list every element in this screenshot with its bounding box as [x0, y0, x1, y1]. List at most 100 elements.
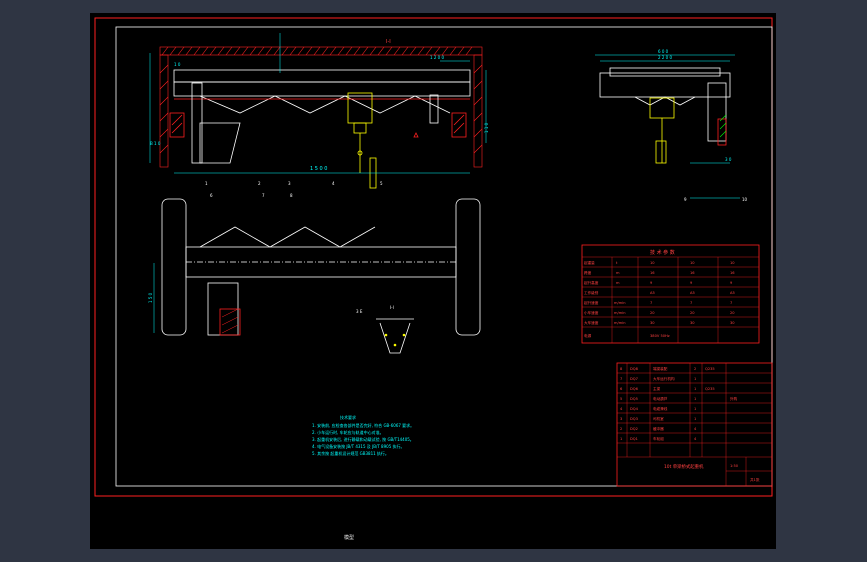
- part-cell: DQ3: [630, 417, 638, 421]
- side-width-dim: 2 2 0 0: [658, 55, 672, 60]
- side-callout-9: 9: [684, 197, 687, 202]
- notes-line-4: 4. 电气设备安装按 JB/T 4315 及 JB/T 8905 执行。: [312, 443, 405, 449]
- param-cell: A5: [690, 291, 695, 295]
- param-cell: 16: [690, 271, 695, 275]
- notes-line-1: 1. 安装前, 应检查各部件是否完好, 符合 GB-6067 要求。: [312, 422, 414, 428]
- param-cell: 9: [730, 281, 733, 285]
- callout-1: 1: [205, 181, 208, 186]
- param-cell: m/min: [614, 311, 626, 315]
- part-cell: 4: [694, 427, 697, 431]
- part-cell: 端梁装配: [653, 366, 668, 371]
- param-cell: 20: [690, 311, 695, 315]
- param-cell: 9: [650, 281, 653, 285]
- part-cell: DQ5: [630, 397, 638, 401]
- part-cell: 1: [620, 437, 622, 441]
- callout-3: 3: [288, 181, 291, 186]
- part-cell: 5: [620, 397, 622, 401]
- part-cell: 1: [694, 377, 696, 381]
- param-cell: 起重量: [584, 260, 595, 265]
- plan-callout-8: 8: [290, 193, 293, 198]
- cad-viewport[interactable]: I-I 1 5 0 0 1 2 0 0 1 1 0 1 0 B 1 0 1 2 …: [90, 13, 776, 549]
- part-cell: 1: [694, 397, 696, 401]
- param-table-title: 技 术 参 数: [650, 249, 675, 256]
- param-cell: 30: [690, 321, 695, 325]
- part-cell: 司机室: [653, 416, 664, 421]
- drawing-sheet: 共1张: [750, 477, 760, 482]
- part-cell: 外购: [730, 396, 738, 401]
- part-cell: 电缆滑线: [653, 406, 668, 411]
- param-cell: 7: [730, 301, 732, 305]
- param-cell: 起升高度: [584, 280, 599, 285]
- part-cell: Q235: [705, 367, 715, 371]
- building-hatch: [159, 46, 483, 168]
- technical-notes: 技术要求 1. 安装前, 应检查各部件是否完好, 符合 GB-6067 要求。 …: [312, 414, 414, 456]
- side-view: 6 0 0 2 2 0 0 3 0 9 10: [595, 49, 748, 202]
- part-cell: DQ2: [630, 427, 638, 431]
- part-cell: 主梁: [653, 386, 661, 391]
- callout-2: 2: [258, 181, 261, 186]
- end-trucks: [169, 112, 467, 138]
- part-cell: 1: [694, 417, 696, 421]
- part-cell: 2: [620, 427, 622, 431]
- part-cell: 4: [694, 437, 697, 441]
- param-cell: 20: [730, 311, 735, 315]
- notes-line-3: 3. 起重机安装后, 进行静载和动载试验, 按 GB/T14405。: [312, 436, 414, 442]
- plan-view: 1 5 0 6 7 8: [148, 193, 481, 336]
- section-mark: 3 E: [356, 309, 363, 314]
- parts-table: 8 DQ8 端梁装配 2 Q235 7 DQ7 大车运行机构 1 6 DQ6 主…: [616, 362, 773, 487]
- param-cell: 10: [690, 261, 695, 265]
- param-cell: 跨度: [584, 270, 592, 275]
- param-cell: 30: [730, 321, 735, 325]
- part-cell: DQ1: [630, 437, 638, 441]
- param-cell: 380V 50Hz: [650, 334, 670, 338]
- elevation-view: I-I 1 5 0 0 1 2 0 0 1 1 0 1 0 B 1 0 1 2 …: [149, 33, 489, 189]
- callout-4: 4: [332, 181, 335, 186]
- param-cell: t: [616, 261, 618, 265]
- plan-callout-7: 7: [262, 193, 265, 198]
- section-view: I-I 3 E: [356, 305, 414, 354]
- param-cell: 16: [650, 271, 655, 275]
- param-cell: 工作级别: [584, 290, 599, 295]
- param-cell: 小车速度: [584, 310, 599, 315]
- callout-5: 5: [380, 181, 383, 186]
- part-cell: DQ4: [630, 407, 639, 411]
- side-top-dim: 6 0 0: [658, 49, 669, 54]
- part-cell: 2: [694, 367, 696, 371]
- part-cell: DQ7: [630, 377, 638, 381]
- elevation-height-dim: 1 1 0: [484, 122, 489, 133]
- param-cell: 大车速度: [584, 320, 599, 325]
- part-cell: DQ8: [630, 367, 639, 371]
- notes-line-5: 5. 其余按 起重机设计规范 GB3811 执行。: [312, 450, 389, 456]
- part-cell: 1: [694, 387, 696, 391]
- part-cell: DQ6: [630, 387, 639, 391]
- elevation-span-dim: 1 5 0 0: [310, 166, 328, 172]
- main-girder: [173, 69, 471, 114]
- elevation-left-dim-a: 1 0: [174, 62, 181, 67]
- model-tab-label[interactable]: 模型: [344, 534, 354, 541]
- parameter-table: 技 术 参 数 起重量 t 10 10 10 跨度 m 16 16 16 起升高…: [581, 244, 760, 344]
- param-cell: m/min: [614, 301, 626, 305]
- param-cell: m: [616, 281, 620, 285]
- part-cell: 电动葫芦: [653, 396, 668, 401]
- param-cell: m: [616, 271, 620, 275]
- param-cell: 电源: [584, 333, 592, 338]
- elevation-left-dim-b: B 1 0: [150, 141, 161, 146]
- param-cell: 9: [690, 281, 693, 285]
- param-cell: 16: [730, 271, 735, 275]
- param-cell: 10: [650, 261, 655, 265]
- param-cell: 7: [650, 301, 652, 305]
- param-cell: 7: [690, 301, 692, 305]
- param-cell: A5: [650, 291, 655, 295]
- part-cell: 车轮组: [653, 436, 664, 441]
- operator-cab: [191, 82, 241, 164]
- side-bottom-dim: 3 0: [725, 157, 732, 162]
- part-cell: 1: [694, 407, 696, 411]
- elevation-rail-dim: 1 2 0 0: [430, 55, 444, 60]
- elevation-callouts: 1 2 3 4 5: [205, 181, 383, 186]
- hoist-trolley: [347, 92, 377, 189]
- plan-callout-6: 6: [210, 193, 213, 198]
- param-cell: m/min: [614, 321, 626, 325]
- param-cell: A5: [730, 291, 735, 295]
- part-cell: 8: [620, 367, 623, 371]
- part-cell: 3: [620, 417, 622, 421]
